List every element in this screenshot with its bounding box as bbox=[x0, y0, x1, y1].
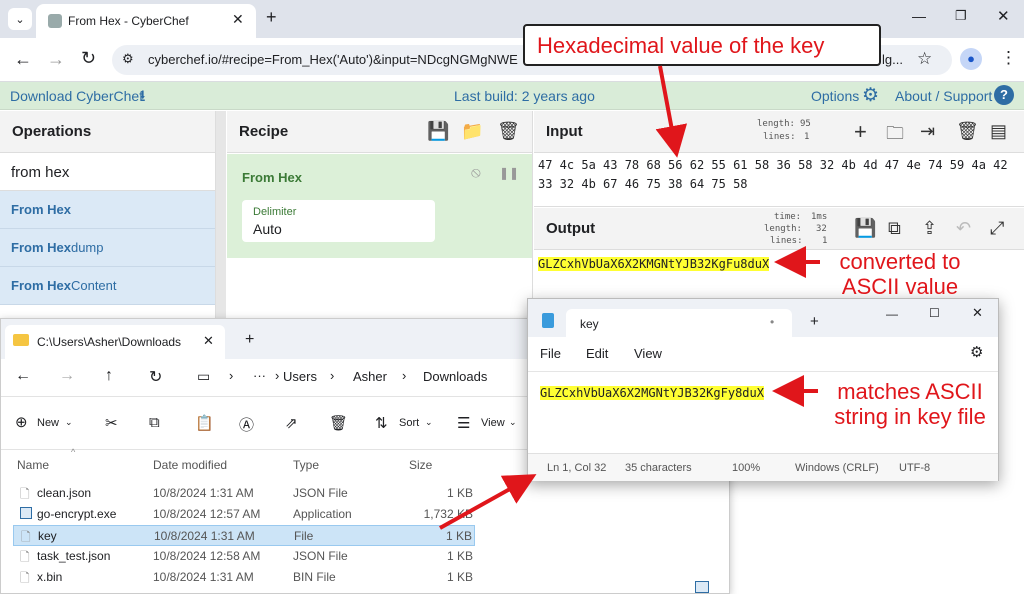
arrow-hex-to-input bbox=[655, 65, 688, 158]
annotation-arrows bbox=[439, 65, 820, 530]
arrow-key-file-to-notepad bbox=[439, 474, 537, 530]
